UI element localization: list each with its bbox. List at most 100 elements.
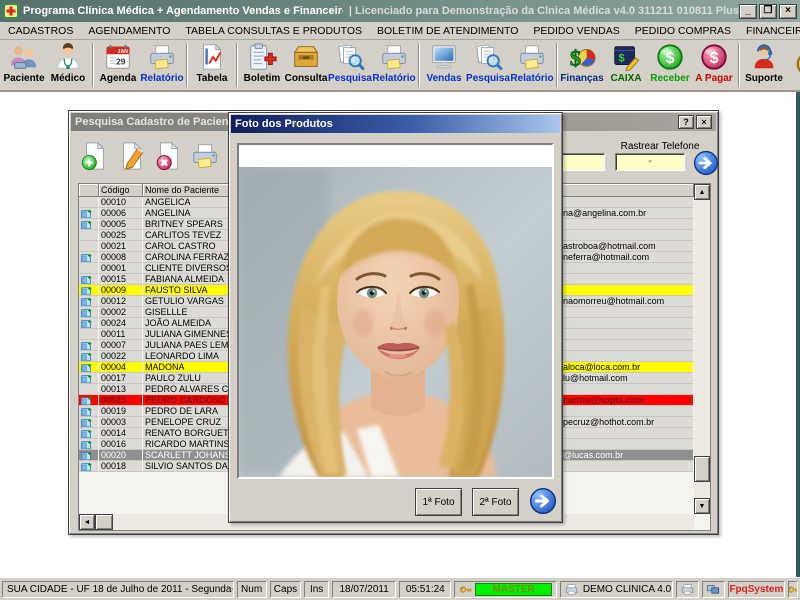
status-caps: Caps: [269, 580, 302, 598]
printer-icon: [681, 583, 694, 596]
vertical-scroll-thumb[interactable]: [694, 456, 710, 482]
photo-cell: [79, 384, 99, 395]
photo-next-button[interactable]: [529, 487, 557, 515]
photo-icon: [80, 440, 93, 450]
application-window: Programa Clínica Médica + Agendamento Ve…: [0, 0, 800, 600]
close-button[interactable]: ×: [779, 3, 797, 19]
status-network-segment[interactable]: [702, 580, 725, 598]
photo-icon: [80, 429, 93, 439]
menu-tabela-consultas[interactable]: TABELA CONSULTAS E PRODUTOS: [185, 25, 362, 37]
photo-icon: [80, 363, 93, 373]
toolbar-medico-button[interactable]: Médico: [46, 41, 90, 89]
horizontal-scroll-thumb[interactable]: [95, 514, 113, 530]
printer-icon: [565, 583, 578, 596]
toolbar-separator: [556, 43, 558, 87]
toolbar-pesquisa-vendas-button[interactable]: Pesquisa: [466, 41, 510, 89]
toolbar-separator: [92, 43, 94, 87]
status-bar: SUA CIDADE - UF 18 de Julho de 2011 - Se…: [0, 577, 800, 600]
photo-cell: [79, 461, 99, 472]
toolbar-receber-button[interactable]: Receber: [648, 41, 692, 89]
photo-icon: [80, 209, 93, 219]
photo-cell: [79, 296, 99, 307]
photo-cell: [79, 406, 99, 417]
delete-record-icon[interactable]: [153, 138, 183, 174]
photo-icon: [80, 352, 93, 362]
calendar-icon: [103, 42, 133, 72]
photo-cell: [79, 428, 99, 439]
edit-record-icon[interactable]: [116, 138, 146, 174]
photo-cell: [79, 230, 99, 241]
scroll-up-icon[interactable]: ▲: [694, 184, 710, 200]
patient-code: 00001: [99, 263, 143, 274]
photo-dialog-titlebar[interactable]: Foto dos Produtos: [231, 115, 560, 133]
mdi-client-area: Pesquisa Cadastro de Pacientes ? × Rastr…: [0, 92, 800, 577]
toolbar-apagar-button[interactable]: A Pagar: [692, 41, 736, 89]
toolbar-caixa-button[interactable]: CAIXA: [604, 41, 648, 89]
toolbar-relatorio-agenda-button[interactable]: Relatório: [140, 41, 184, 89]
photo-cell: [79, 197, 99, 208]
menu-cadastros[interactable]: CADASTROS: [8, 25, 73, 37]
minimize-button[interactable]: _: [739, 3, 757, 19]
toolbar-relatorio-boletim-button[interactable]: Relatório: [372, 41, 416, 89]
photo-icon: [80, 462, 93, 472]
first-photo-button[interactable]: 1ª Foto: [415, 488, 462, 516]
photo-icon: [80, 220, 93, 230]
toolbar-separator: [186, 43, 188, 87]
toolbar-financas-button[interactable]: Finanças: [560, 41, 604, 89]
toolbar-pesquisa-boletim-button[interactable]: Pesquisa: [328, 41, 372, 89]
toolbar-suporte-button[interactable]: Suporte: [742, 41, 786, 89]
desktop-edge: [796, 92, 800, 577]
main-toolbar: Paciente Médico Agenda Relatório Tabela …: [0, 40, 800, 92]
patient-code: 00013: [99, 384, 143, 395]
green-dollar-coin-icon: [655, 42, 685, 72]
menu-financeiro[interactable]: FINANCEIRO: [746, 25, 800, 37]
patient-code: 00003: [99, 417, 143, 428]
print-icon[interactable]: [190, 138, 220, 174]
doctor-icon: [53, 42, 83, 72]
help-button[interactable]: ?: [678, 115, 694, 129]
patient-photo: [239, 167, 552, 477]
patient-code: 00022: [99, 351, 143, 362]
toolbar-boletim-button[interactable]: Boletim: [240, 41, 284, 89]
search-go-button[interactable]: [693, 150, 719, 176]
scroll-down-icon[interactable]: ▼: [694, 498, 710, 514]
toolbar-vendas-button[interactable]: Vendas: [422, 41, 466, 89]
chart-page-icon: [197, 42, 227, 72]
photo-cell: [79, 362, 99, 373]
toolbar-relatorio-vendas-button[interactable]: Relatório: [510, 41, 554, 89]
status-time: 05:51:24: [399, 580, 452, 598]
toolbar-coin-button[interactable]: [786, 41, 800, 89]
restore-button[interactable]: ❐: [759, 3, 777, 19]
patient-code: 00023: [99, 395, 143, 406]
menu-pedido-vendas[interactable]: PEDIDO VENDAS: [533, 25, 619, 37]
toolbar-tabela-button[interactable]: Tabela: [190, 41, 234, 89]
status-clinic-segment: DEMO CLINICA 4.0: [559, 580, 674, 598]
vertical-scrollbar[interactable]: ▲ ▼: [694, 184, 710, 514]
scroll-left-icon[interactable]: ◄: [79, 514, 95, 530]
patient-code: 00007: [99, 340, 143, 351]
menu-pedido-compras[interactable]: PEDIDO COMPRAS: [635, 25, 731, 37]
menu-bar: CADASTROS AGENDAMENTO TABELA CONSULTAS E…: [0, 22, 800, 40]
patient-code: 00021: [99, 241, 143, 252]
status-print-segment[interactable]: [676, 580, 700, 598]
status-ins: Ins: [304, 580, 329, 598]
search-docs-icon: [473, 42, 503, 72]
phone-trace-input[interactable]: -: [615, 153, 685, 171]
add-record-icon[interactable]: [79, 138, 109, 174]
patient-code: 00019: [99, 406, 143, 417]
toolbar-agenda-button[interactable]: Agenda: [96, 41, 140, 89]
header-codigo: Código: [99, 184, 143, 197]
menu-agendamento[interactable]: AGENDAMENTO: [88, 25, 170, 37]
close-search-button[interactable]: ×: [696, 115, 712, 129]
main-titlebar: Programa Clínica Médica + Agendamento Ve…: [0, 0, 800, 22]
toolbar-paciente-button[interactable]: Paciente: [2, 41, 46, 89]
key-icon: [788, 583, 798, 596]
toolbar-separator: [738, 43, 740, 87]
toolbar-consulta-button[interactable]: Consulta: [284, 41, 328, 89]
second-photo-button[interactable]: 2ª Foto: [472, 488, 519, 516]
photo-icon: [80, 418, 93, 428]
status-brand: FpqSystem: [727, 580, 785, 598]
patient-code: 00004: [99, 362, 143, 373]
header-photo: [79, 184, 99, 197]
menu-boletim[interactable]: BOLETIM DE ATENDIMENTO: [377, 25, 518, 37]
